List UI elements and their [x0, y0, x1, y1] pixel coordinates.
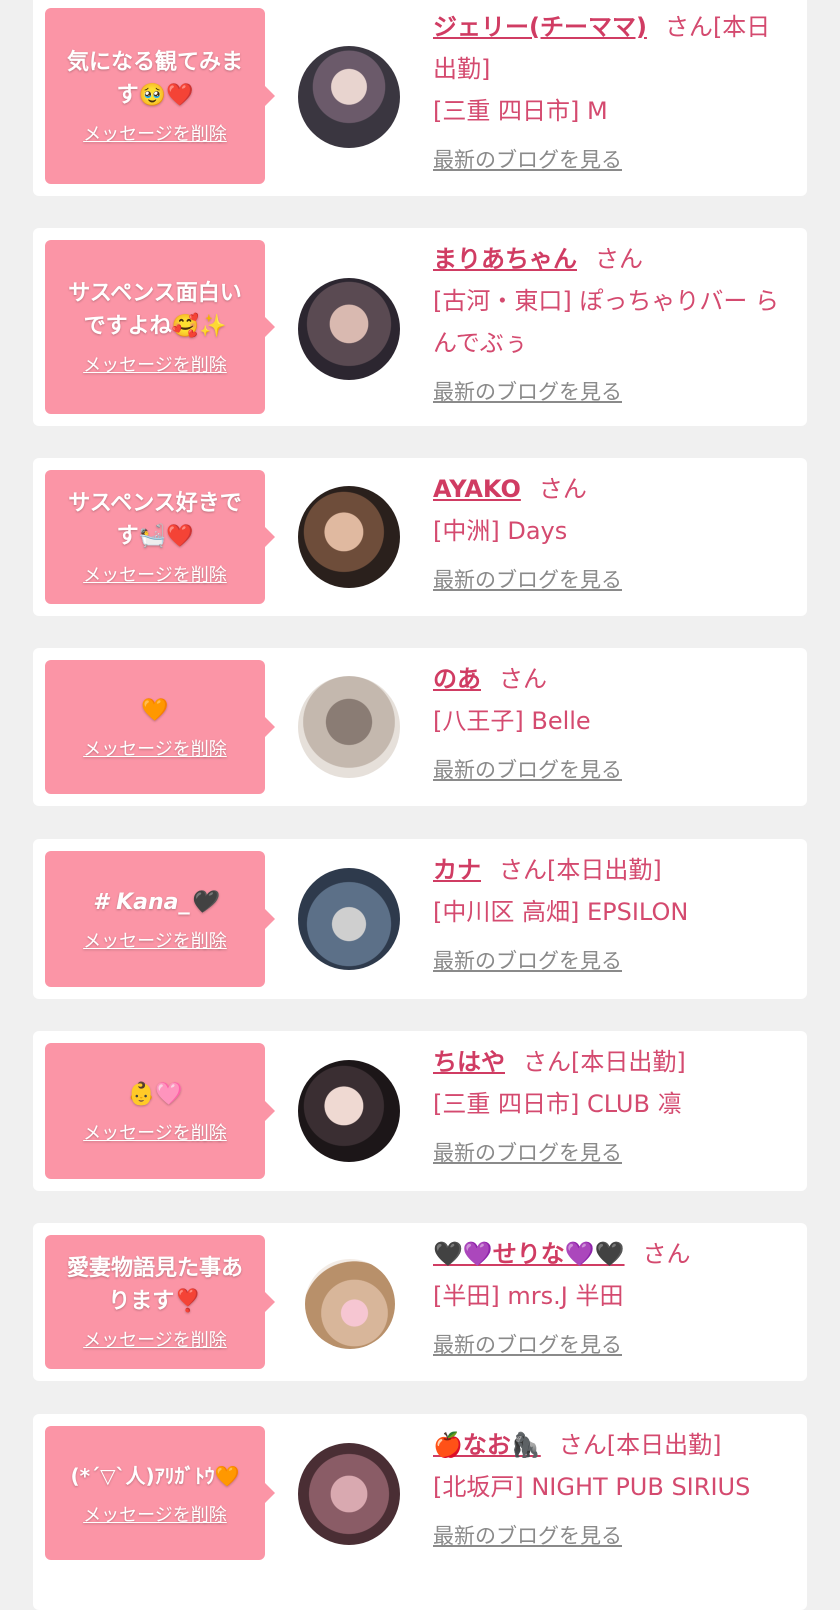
message-bubble: (*´▽`人)ｱﾘｶﾞﾄｳ🧡 メッセージを削除 [45, 1426, 275, 1560]
delete-message-link[interactable]: メッセージを削除 [83, 351, 227, 377]
message-card: (*´▽`人)ｱﾘｶﾞﾄｳ🧡 メッセージを削除 🍎なお🦍 さん[本日出勤] [北坂… [33, 1414, 807, 1610]
latest-blog-link[interactable]: 最新のブログを見る [433, 945, 622, 975]
status-label: [本日出勤] [547, 856, 662, 884]
san-label: さん [523, 1048, 571, 1076]
message-card: サスペンス好きです🛀❤️ メッセージを削除 AYAKO さん [中洲] Days … [33, 458, 807, 616]
message-card: 🧡 メッセージを削除 のあ さん [八王子] Belle 最新のブログを見る [33, 648, 807, 806]
delete-message-link[interactable]: メッセージを削除 [83, 1501, 227, 1527]
message-bubble: 愛妻物語見た事あります❣️ メッセージを削除 [45, 1235, 275, 1369]
shop-text: [中洲] Days [433, 517, 568, 545]
shop-text: [半田] mrs.J 半田 [433, 1282, 624, 1310]
message-text: サスペンス好きです🛀❤️ [68, 491, 242, 549]
cast-name-link[interactable]: AYAKO [433, 475, 521, 503]
message-card: サスペンス面白いですよね🥰✨ メッセージを削除 まりあちゃん さん [古河・東口]… [33, 228, 807, 426]
delete-message-link[interactable]: メッセージを削除 [83, 120, 227, 146]
latest-blog-link[interactable]: 最新のブログを見る [433, 376, 622, 406]
cast-name-link[interactable]: ちはや [433, 1048, 505, 1076]
cast-info: 🖤💜せりな💜🖤 さん [半田] mrs.J 半田 最新のブログを見る [433, 1233, 793, 1359]
cast-info: まりあちゃん さん [古河・東口] ぽっちゃりバー らんでぶぅ 最新のブログを見る [433, 238, 793, 406]
cast-info: AYAKO さん [中洲] Days 最新のブログを見る [433, 468, 793, 594]
cast-name-link[interactable]: カナ [433, 856, 481, 884]
avatar[interactable] [298, 676, 400, 778]
avatar[interactable] [298, 868, 400, 970]
message-bubble: 👶🩷 メッセージを削除 [45, 1043, 275, 1179]
shop-text: [中川区 高畑] EPSILON [433, 898, 689, 926]
message-card: 👶🩷 メッセージを削除 ちはや さん[本日出勤] [三重 四日市] CLUB 凛 … [33, 1031, 807, 1191]
san-label: さん [499, 665, 547, 693]
avatar[interactable] [298, 486, 400, 588]
avatar[interactable] [305, 1259, 395, 1349]
avatar[interactable] [298, 1060, 400, 1162]
message-bubble: サスペンス好きです🛀❤️ メッセージを削除 [45, 470, 275, 604]
shop-text: [三重 四日市] CLUB 凛 [433, 1090, 682, 1118]
latest-blog-link[interactable]: 最新のブログを見る [433, 1329, 622, 1359]
latest-blog-link[interactable]: 最新のブログを見る [433, 1520, 622, 1550]
san-label: さん [558, 1431, 607, 1459]
latest-blog-link[interactable]: 最新のブログを見る [433, 144, 622, 174]
message-bubble: 🧡 メッセージを削除 [45, 660, 275, 794]
cast-info: カナ さん[本日出勤] [中川区 高畑] EPSILON 最新のブログを見る [433, 849, 793, 975]
message-card: 愛妻物語見た事あります❣️ メッセージを削除 🖤💜せりな💜🖤 さん [半田] mr… [33, 1223, 807, 1381]
shop-text: [北坂戸] NIGHT PUB SIRIUS [433, 1473, 751, 1501]
delete-message-link[interactable]: メッセージを削除 [83, 927, 227, 953]
message-bubble: # Kana_🖤 メッセージを削除 [45, 851, 275, 987]
delete-message-link[interactable]: メッセージを削除 [83, 1326, 227, 1352]
san-label: さん [538, 475, 587, 503]
shop-text: [八王子] Belle [433, 707, 591, 735]
message-text: 👶🩷 [127, 1081, 183, 1107]
delete-message-link[interactable]: メッセージを削除 [83, 1119, 227, 1145]
message-bubble: サスペンス面白いですよね🥰✨ メッセージを削除 [45, 240, 275, 414]
shop-text: [古河・東口] ぽっちゃりバー らんでぶぅ [433, 287, 779, 357]
message-card: # Kana_🖤 メッセージを削除 カナ さん[本日出勤] [中川区 高畑] EP… [33, 839, 807, 999]
cast-name-link[interactable]: ジェリー(チーママ) [433, 13, 647, 41]
message-text: 愛妻物語見た事あります❣️ [66, 1256, 243, 1314]
cast-name-link[interactable]: 🖤💜せりな💜🖤 [433, 1240, 625, 1268]
latest-blog-link[interactable]: 最新のブログを見る [433, 754, 622, 784]
latest-blog-link[interactable]: 最新のブログを見る [433, 1137, 622, 1167]
message-text: (*´▽`人)ｱﾘｶﾞﾄｳ🧡 [70, 1463, 240, 1488]
cast-info: ジェリー(チーママ) さん[本日出勤] [三重 四日市] M 最新のブログを見る [433, 6, 793, 174]
message-text: サスペンス面白いですよね🥰✨ [68, 281, 242, 339]
message-text: # Kana_🖤 [93, 889, 217, 915]
san-label: さん [642, 1240, 691, 1268]
cast-name-link[interactable]: まりあちゃん [433, 245, 577, 273]
cast-name-link[interactable]: のあ [433, 665, 481, 693]
cast-info: 🍎なお🦍 さん[本日出勤] [北坂戸] NIGHT PUB SIRIUS 最新のブ… [433, 1424, 793, 1550]
avatar[interactable] [298, 1443, 400, 1545]
status-label: [本日出勤] [606, 1431, 722, 1459]
san-label: さん [499, 856, 547, 884]
shop-text: [三重 四日市] M [433, 97, 608, 125]
message-bubble: 気になる観てみます🥹❤️ メッセージを削除 [45, 8, 275, 184]
san-label: さん [595, 245, 643, 273]
latest-blog-link[interactable]: 最新のブログを見る [433, 564, 622, 594]
cast-info: のあ さん [八王子] Belle 最新のブログを見る [433, 658, 793, 784]
cast-name-link[interactable]: 🍎なお🦍 [433, 1431, 541, 1459]
message-text: 気になる観てみます🥹❤️ [66, 50, 243, 108]
message-text: 🧡 [141, 697, 169, 723]
avatar[interactable] [298, 46, 400, 148]
cast-info: ちはや さん[本日出勤] [三重 四日市] CLUB 凛 最新のブログを見る [433, 1041, 793, 1167]
message-card: 気になる観てみます🥹❤️ メッセージを削除 ジェリー(チーママ) さん[本日出勤]… [33, 0, 807, 196]
status-label: [本日出勤] [571, 1048, 686, 1076]
delete-message-link[interactable]: メッセージを削除 [83, 735, 227, 761]
delete-message-link[interactable]: メッセージを削除 [83, 561, 227, 587]
san-label: さん [664, 13, 713, 41]
avatar[interactable] [298, 278, 400, 380]
